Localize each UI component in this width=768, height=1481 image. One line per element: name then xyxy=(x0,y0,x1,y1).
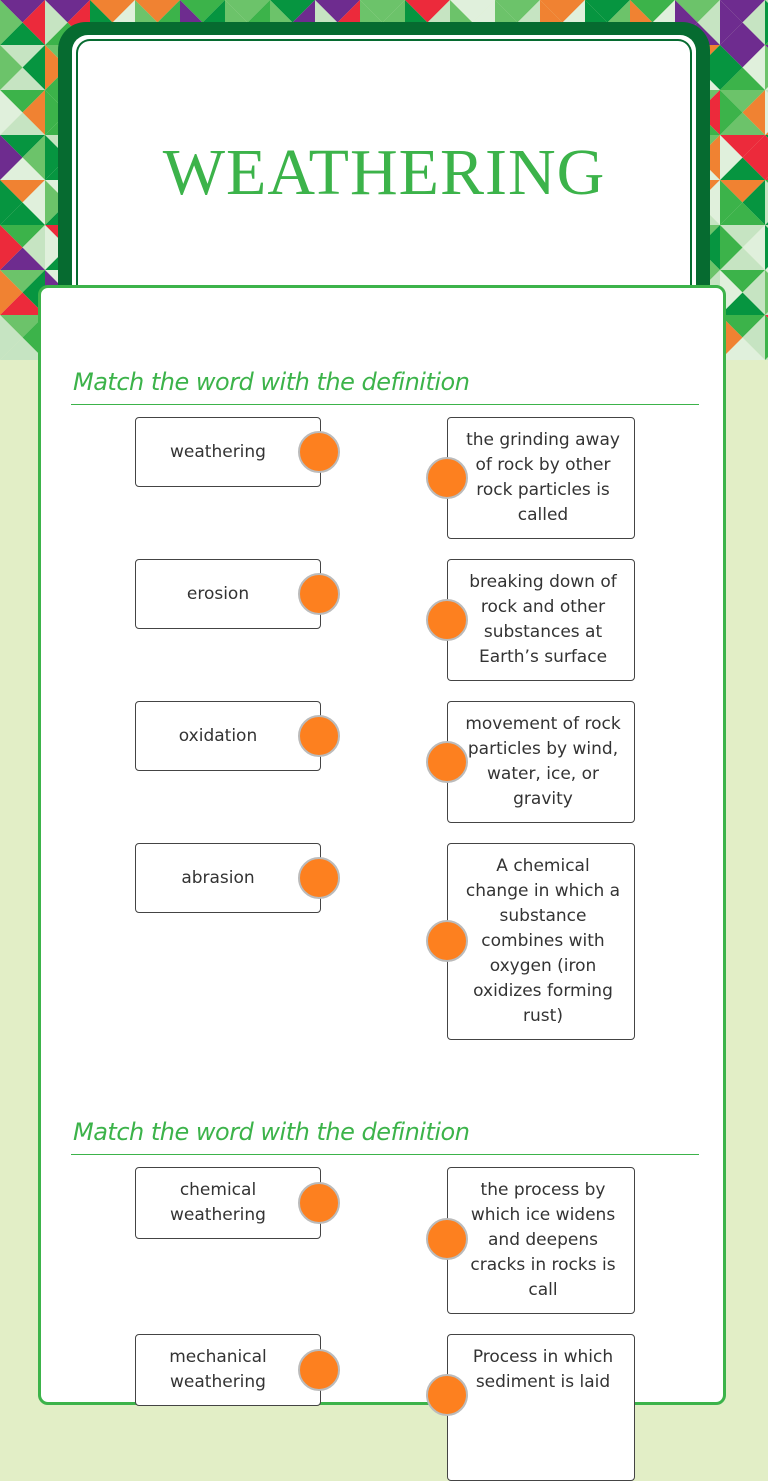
definition-connector-dot[interactable] xyxy=(426,1374,468,1416)
definition-connector-dot[interactable] xyxy=(426,741,468,783)
definition-card[interactable]: Process in which sediment is laid xyxy=(447,1334,635,1481)
word-card-chemical-weathering[interactable]: chemical weathering xyxy=(135,1167,321,1239)
definition-connector-dot[interactable] xyxy=(426,920,468,962)
word-connector-dot[interactable] xyxy=(298,573,340,615)
word-connector-dot[interactable] xyxy=(298,715,340,757)
title-frame: WEATHERING xyxy=(58,22,710,322)
worksheet-title: WEATHERING xyxy=(162,136,606,209)
title-panel: WEATHERING xyxy=(72,35,696,322)
definition-card[interactable]: movement of rock particles by wind, wate… xyxy=(447,701,635,823)
worksheet-card: Match the word with the definition weath… xyxy=(38,285,726,1481)
definition-card[interactable]: A chemical change in which a substance c… xyxy=(447,843,635,1040)
section-divider xyxy=(71,404,699,405)
word-connector-dot[interactable] xyxy=(298,857,340,899)
matching-section-2: Match the word with the definition chemi… xyxy=(71,1116,699,1481)
word-card-abrasion[interactable]: abrasion xyxy=(135,843,321,913)
section-heading: Match the word with the definition xyxy=(73,1118,470,1146)
word-card-mechanical-weathering[interactable]: mechanical weathering xyxy=(135,1334,321,1406)
definition-connector-dot[interactable] xyxy=(426,457,468,499)
word-connector-dot[interactable] xyxy=(298,431,340,473)
matching-section-1: Match the word with the definition weath… xyxy=(71,366,699,1040)
definition-card[interactable]: breaking down of rock and other substanc… xyxy=(447,559,635,681)
definition-connector-dot[interactable] xyxy=(426,599,468,641)
definition-connector-dot[interactable] xyxy=(426,1218,468,1260)
word-card-oxidation[interactable]: oxidation xyxy=(135,701,321,771)
word-connector-dot[interactable] xyxy=(298,1349,340,1391)
definition-card[interactable]: the grinding away of rock by other rock … xyxy=(447,417,635,539)
word-card-erosion[interactable]: erosion xyxy=(135,559,321,629)
section-divider xyxy=(71,1154,699,1155)
word-card-weathering[interactable]: weathering xyxy=(135,417,321,487)
section-heading: Match the word with the definition xyxy=(73,368,470,396)
word-connector-dot[interactable] xyxy=(298,1182,340,1224)
definition-card[interactable]: the process by which ice widens and deep… xyxy=(447,1167,635,1314)
